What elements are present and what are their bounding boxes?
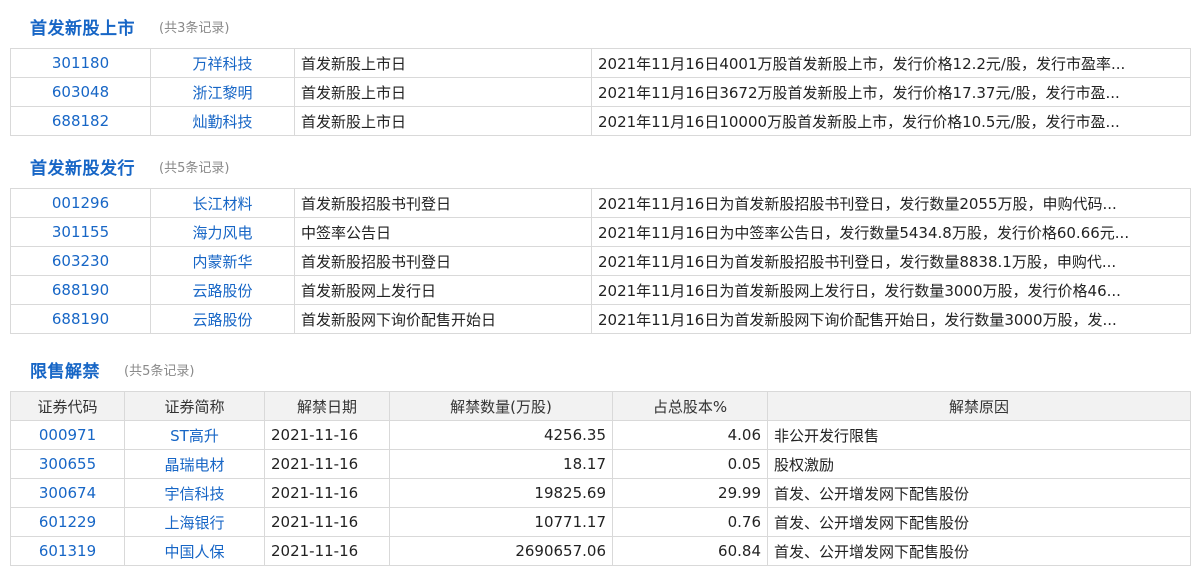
column-header-name: 证券简称 bbox=[124, 391, 265, 421]
table-row: 001296 长江材料 首发新股招股书刊登日 2021年11月16日为首发新股招… bbox=[10, 188, 1191, 218]
unlock-percent: 0.05 bbox=[612, 449, 768, 479]
ipo-listing-header: 首发新股上市 (共3条记录) bbox=[30, 12, 229, 40]
table-header-row: 证券代码 证券简称 解禁日期 解禁数量(万股) 占总股本% 解禁原因 bbox=[10, 391, 1191, 421]
unlock-date: 2021-11-16 bbox=[264, 420, 390, 450]
event-type: 首发新股网下询价配售开始日 bbox=[294, 304, 592, 334]
column-header-code: 证券代码 bbox=[10, 391, 125, 421]
unlock-reason: 首发、公开增发网下配售股份 bbox=[767, 478, 1191, 508]
event-description: 2021年11月16日10000万股首发新股上市，发行价格10.5元/股，发行市… bbox=[591, 106, 1191, 136]
stock-name-link[interactable]: 浙江黎明 bbox=[150, 77, 295, 107]
table-row: 000971 ST高升 2021-11-16 4256.35 4.06 非公开发… bbox=[10, 420, 1191, 450]
event-description: 2021年11月16日为首发新股招股书刊登日，发行数量2055万股，申购代码..… bbox=[591, 188, 1191, 218]
unlock-percent: 60.84 bbox=[612, 536, 768, 566]
event-type: 首发新股上市日 bbox=[294, 106, 592, 136]
page: 首发新股上市 (共3条记录) 301180 万祥科技 首发新股上市日 2021年… bbox=[0, 0, 1202, 588]
stock-code-link[interactable]: 301155 bbox=[10, 217, 151, 247]
ipo-listing-table: 301180 万祥科技 首发新股上市日 2021年11月16日4001万股首发新… bbox=[10, 48, 1191, 136]
event-description: 2021年11月16日为首发新股网下询价配售开始日，发行数量3000万股，发..… bbox=[591, 304, 1191, 334]
table-row: 688190 云路股份 首发新股网下询价配售开始日 2021年11月16日为首发… bbox=[10, 304, 1191, 334]
stock-code-link[interactable]: 300655 bbox=[10, 449, 125, 479]
stock-code-link[interactable]: 603230 bbox=[10, 246, 151, 276]
stock-name-link[interactable]: 长江材料 bbox=[150, 188, 295, 218]
stock-code-link[interactable]: 603048 bbox=[10, 77, 151, 107]
stock-code-link[interactable]: 688182 bbox=[10, 106, 151, 136]
unlock-date: 2021-11-16 bbox=[264, 478, 390, 508]
stock-name-link[interactable]: 晶瑞电材 bbox=[124, 449, 265, 479]
stock-name-link[interactable]: ST高升 bbox=[124, 420, 265, 450]
stock-name-link[interactable]: 云路股份 bbox=[150, 275, 295, 305]
ipo-issue-header: 首发新股发行 (共5条记录) bbox=[30, 152, 229, 180]
unlock-reason: 非公开发行限售 bbox=[767, 420, 1191, 450]
unlock-reason: 首发、公开增发网下配售股份 bbox=[767, 507, 1191, 537]
unlock-quantity: 18.17 bbox=[389, 449, 613, 479]
stock-name-link[interactable]: 内蒙新华 bbox=[150, 246, 295, 276]
stock-code-link[interactable]: 000971 bbox=[10, 420, 125, 450]
column-header-quantity: 解禁数量(万股) bbox=[389, 391, 613, 421]
table-row: 301155 海力风电 中签率公告日 2021年11月16日为中签率公告日，发行… bbox=[10, 217, 1191, 247]
table-row: 300674 宇信科技 2021-11-16 19825.69 29.99 首发… bbox=[10, 478, 1191, 508]
ipo-issue-title: 首发新股发行 bbox=[30, 158, 135, 179]
event-type: 中签率公告日 bbox=[294, 217, 592, 247]
stock-code-link[interactable]: 300674 bbox=[10, 478, 125, 508]
unlock-date: 2021-11-16 bbox=[264, 536, 390, 566]
stock-name-link[interactable]: 海力风电 bbox=[150, 217, 295, 247]
table-row: 301180 万祥科技 首发新股上市日 2021年11月16日4001万股首发新… bbox=[10, 48, 1191, 78]
table-row: 601229 上海银行 2021-11-16 10771.17 0.76 首发、… bbox=[10, 507, 1191, 537]
table-row: 601319 中国人保 2021-11-16 2690657.06 60.84 … bbox=[10, 536, 1191, 566]
unlock-reason: 股权激励 bbox=[767, 449, 1191, 479]
event-description: 2021年11月16日为首发新股招股书刊登日，发行数量8838.1万股，申购代.… bbox=[591, 246, 1191, 276]
event-type: 首发新股上市日 bbox=[294, 48, 592, 78]
stock-name-link[interactable]: 万祥科技 bbox=[150, 48, 295, 78]
table-row: 603230 内蒙新华 首发新股招股书刊登日 2021年11月16日为首发新股招… bbox=[10, 246, 1191, 276]
ipo-listing-count: (共3条记录) bbox=[159, 20, 230, 36]
table-row: 688182 灿勤科技 首发新股上市日 2021年11月16日10000万股首发… bbox=[10, 106, 1191, 136]
unlock-date: 2021-11-16 bbox=[264, 449, 390, 479]
event-type: 首发新股上市日 bbox=[294, 77, 592, 107]
event-type: 首发新股招股书刊登日 bbox=[294, 188, 592, 218]
column-header-reason: 解禁原因 bbox=[767, 391, 1191, 421]
unlock-table: 证券代码 证券简称 解禁日期 解禁数量(万股) 占总股本% 解禁原因 00097… bbox=[10, 391, 1191, 566]
stock-code-link[interactable]: 601319 bbox=[10, 536, 125, 566]
unlock-date: 2021-11-16 bbox=[264, 507, 390, 537]
unlock-reason: 首发、公开增发网下配售股份 bbox=[767, 536, 1191, 566]
stock-name-link[interactable]: 宇信科技 bbox=[124, 478, 265, 508]
stock-code-link[interactable]: 688190 bbox=[10, 275, 151, 305]
unlock-quantity: 19825.69 bbox=[389, 478, 613, 508]
ipo-issue-count: (共5条记录) bbox=[159, 160, 230, 176]
stock-code-link[interactable]: 688190 bbox=[10, 304, 151, 334]
unlock-count: (共5条记录) bbox=[124, 363, 195, 379]
stock-name-link[interactable]: 灿勤科技 bbox=[150, 106, 295, 136]
table-row: 688190 云路股份 首发新股网上发行日 2021年11月16日为首发新股网上… bbox=[10, 275, 1191, 305]
stock-code-link[interactable]: 001296 bbox=[10, 188, 151, 218]
unlock-header: 限售解禁 (共5条记录) bbox=[30, 355, 194, 383]
event-description: 2021年11月16日为中签率公告日，发行数量5434.8万股，发行价格60.6… bbox=[591, 217, 1191, 247]
unlock-quantity: 10771.17 bbox=[389, 507, 613, 537]
unlock-quantity: 2690657.06 bbox=[389, 536, 613, 566]
stock-code-link[interactable]: 601229 bbox=[10, 507, 125, 537]
unlock-quantity: 4256.35 bbox=[389, 420, 613, 450]
ipo-issue-table: 001296 长江材料 首发新股招股书刊登日 2021年11月16日为首发新股招… bbox=[10, 188, 1191, 334]
stock-name-link[interactable]: 中国人保 bbox=[124, 536, 265, 566]
stock-name-link[interactable]: 上海银行 bbox=[124, 507, 265, 537]
event-type: 首发新股招股书刊登日 bbox=[294, 246, 592, 276]
stock-code-link[interactable]: 301180 bbox=[10, 48, 151, 78]
event-description: 2021年11月16日4001万股首发新股上市，发行价格12.2元/股，发行市盈… bbox=[591, 48, 1191, 78]
column-header-percent: 占总股本% bbox=[612, 391, 768, 421]
unlock-percent: 29.99 bbox=[612, 478, 768, 508]
column-header-date: 解禁日期 bbox=[264, 391, 390, 421]
table-row: 300655 晶瑞电材 2021-11-16 18.17 0.05 股权激励 bbox=[10, 449, 1191, 479]
unlock-title: 限售解禁 bbox=[30, 361, 100, 382]
stock-name-link[interactable]: 云路股份 bbox=[150, 304, 295, 334]
ipo-listing-title: 首发新股上市 bbox=[30, 18, 135, 39]
unlock-percent: 4.06 bbox=[612, 420, 768, 450]
event-description: 2021年11月16日为首发新股网上发行日，发行数量3000万股，发行价格46.… bbox=[591, 275, 1191, 305]
unlock-percent: 0.76 bbox=[612, 507, 768, 537]
event-description: 2021年11月16日3672万股首发新股上市，发行价格17.37元/股，发行市… bbox=[591, 77, 1191, 107]
table-row: 603048 浙江黎明 首发新股上市日 2021年11月16日3672万股首发新… bbox=[10, 77, 1191, 107]
event-type: 首发新股网上发行日 bbox=[294, 275, 592, 305]
